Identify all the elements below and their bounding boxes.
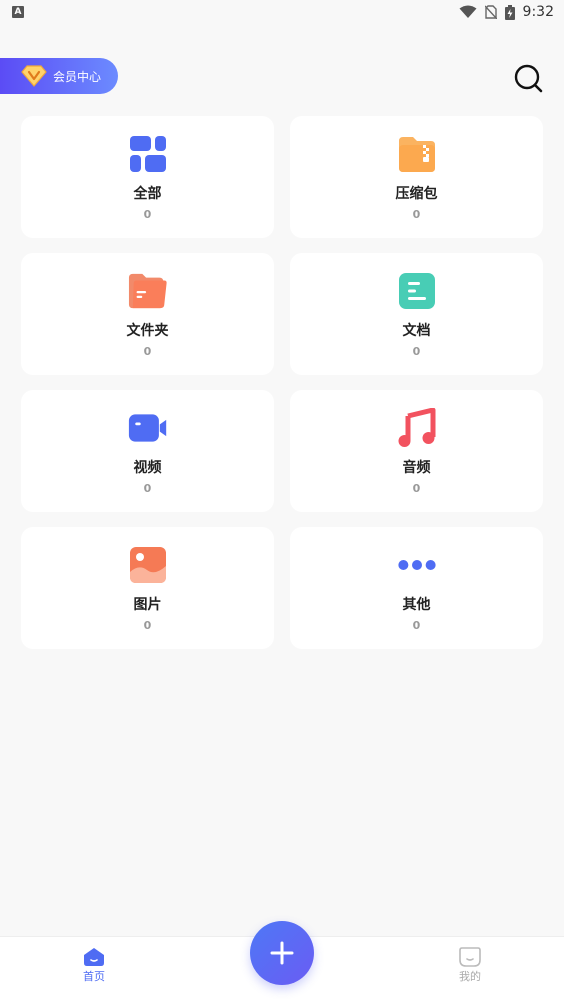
category-card-zip[interactable]: 压缩包 0 [290, 116, 543, 238]
wifi-icon [459, 5, 477, 18]
zip-folder-icon [398, 137, 435, 172]
category-count: 0 [143, 619, 152, 632]
category-card-video[interactable]: 视频 0 [21, 390, 274, 512]
category-label: 文档 [402, 323, 431, 339]
plus-icon [270, 941, 294, 965]
nav-mine-label: 我的 [459, 970, 481, 983]
category-count: 0 [412, 619, 421, 632]
image-icon [129, 547, 166, 583]
category-label: 压缩包 [395, 186, 438, 202]
profile-face-icon [459, 947, 481, 967]
category-count: 0 [412, 482, 421, 495]
category-card-other[interactable]: 其他 0 [290, 527, 543, 649]
notification-a-icon: A [12, 6, 24, 18]
search-icon [514, 64, 543, 93]
search-button[interactable] [512, 62, 546, 96]
status-bar: A 9:32 [0, 0, 564, 24]
nav-home-label: 首页 [83, 970, 105, 983]
category-count: 0 [143, 345, 152, 358]
battery-charging-icon [504, 4, 515, 20]
category-grid: 全部 0 压缩包 0 文件夹 0 文档 0 视频 0 音频 0 图片 0 其他 … [21, 116, 544, 649]
category-card-image[interactable]: 图片 0 [21, 527, 274, 649]
vip-center-button[interactable]: 会员中心 [0, 58, 118, 94]
video-icon [128, 414, 166, 442]
category-count: 0 [412, 208, 421, 221]
add-button[interactable] [250, 921, 314, 985]
nav-home[interactable]: 首页 [64, 947, 124, 984]
category-count: 0 [143, 482, 152, 495]
grid-icon [129, 136, 166, 172]
category-count: 0 [412, 345, 421, 358]
category-card-document[interactable]: 文档 0 [290, 253, 543, 375]
category-label: 图片 [133, 597, 162, 613]
category-count: 0 [143, 208, 152, 221]
nav-mine[interactable]: 我的 [440, 947, 500, 984]
screen: A 9:32 会员中心 全部 0 压缩包 0 文件夹 0 文档 0 视频 0 音… [0, 0, 564, 1002]
category-label: 全部 [133, 186, 162, 202]
diamond-icon [21, 65, 47, 87]
no-sim-icon [484, 5, 497, 19]
category-label: 文件夹 [126, 323, 169, 339]
music-icon [398, 408, 435, 447]
category-card-audio[interactable]: 音频 0 [290, 390, 543, 512]
category-label: 其他 [402, 597, 431, 613]
category-label: 音频 [402, 460, 431, 476]
clock: 9:32 [522, 4, 554, 20]
document-icon [398, 273, 435, 309]
category-label: 视频 [133, 460, 162, 476]
category-card-all[interactable]: 全部 0 [21, 116, 274, 238]
more-dots-icon [397, 560, 436, 570]
home-icon [84, 948, 104, 966]
folder-icon [128, 273, 167, 309]
category-card-folder[interactable]: 文件夹 0 [21, 253, 274, 375]
vip-center-label: 会员中心 [53, 69, 102, 84]
